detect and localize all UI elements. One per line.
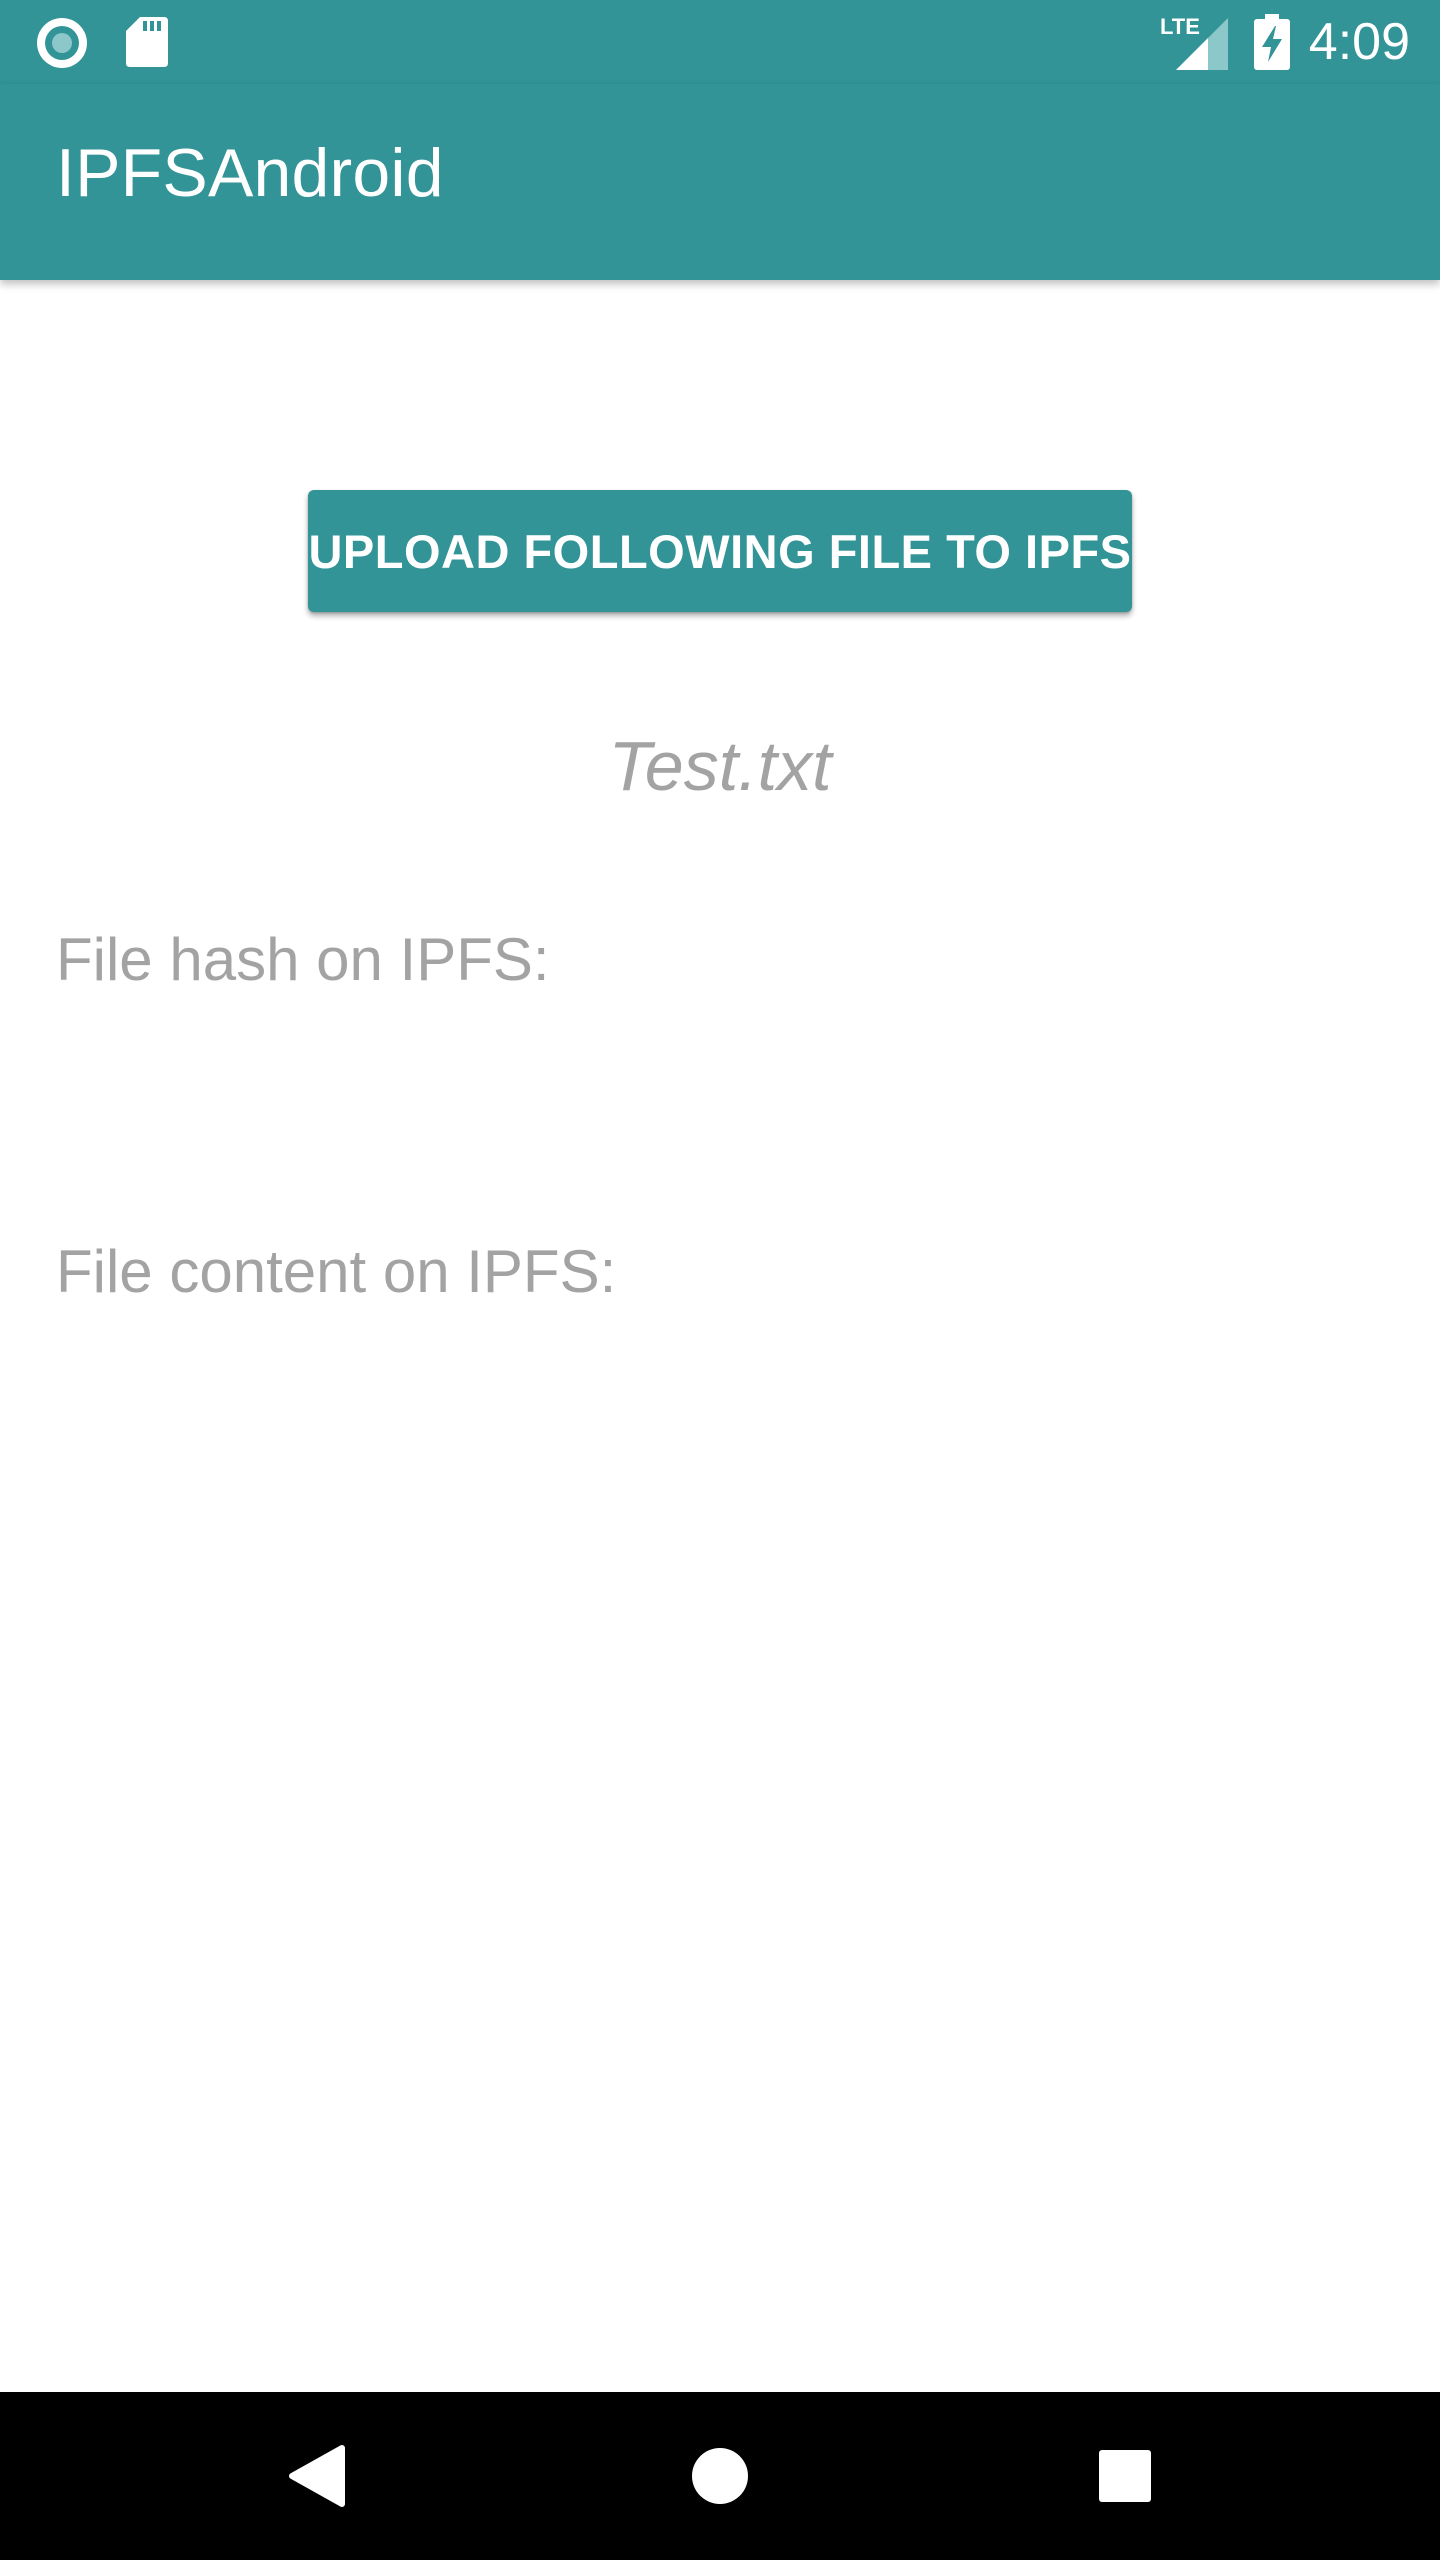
upload-file-button[interactable]: UPLOAD FOLLOWING FILE TO IPFS <box>308 490 1132 612</box>
home-button[interactable] <box>620 2392 820 2560</box>
lte-signal-icon: LTE <box>1160 14 1228 70</box>
status-clock: 4:09 <box>1308 13 1410 71</box>
app-bar: IPFSAndroid <box>0 84 1440 280</box>
file-name-label: Test.txt <box>608 727 832 805</box>
back-icon <box>289 2445 345 2507</box>
back-button[interactable] <box>216 2392 416 2560</box>
record-icon <box>37 18 87 68</box>
file-content-label: File content on IPFS: <box>56 1238 617 1305</box>
battery-charging-icon <box>1254 14 1290 70</box>
file-hash-label: File hash on IPFS: <box>56 926 550 993</box>
sd-card-icon <box>126 17 168 67</box>
navigation-bar <box>0 2392 1440 2560</box>
svg-text:LTE: LTE <box>1160 14 1200 39</box>
recents-icon <box>1099 2450 1151 2502</box>
app-title: IPFSAndroid <box>56 135 444 211</box>
home-icon <box>692 2448 748 2504</box>
recents-button[interactable] <box>1025 2392 1225 2560</box>
status-bar: LTE 4:09 <box>0 0 1440 84</box>
